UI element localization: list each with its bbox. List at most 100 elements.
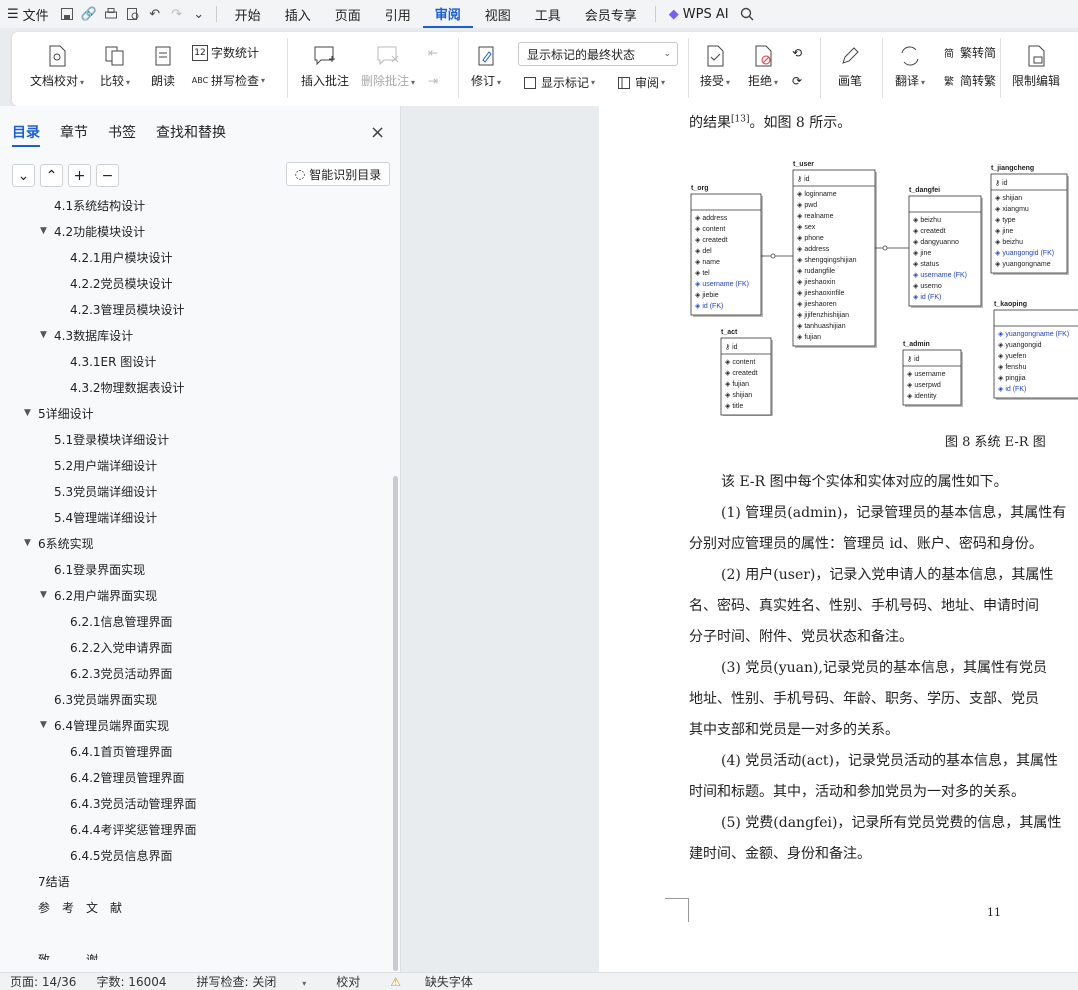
close-icon[interactable]: × — [370, 122, 385, 143]
nav-scrollbar[interactable] — [393, 476, 398, 971]
toc-item[interactable]: 6.3党员端界面实现 — [40, 688, 157, 710]
toc-item[interactable]: 4.3.1ER 图设计 — [56, 350, 156, 372]
toc-item[interactable]: 5.4管理端详细设计 — [40, 506, 157, 528]
tab-insert[interactable]: 插入 — [273, 0, 323, 28]
save-icon[interactable] — [56, 0, 78, 28]
link-icon[interactable]: 🔗 — [78, 0, 100, 28]
toc-item[interactable]: 6.2.1信息管理界面 — [56, 610, 173, 632]
spell-check-button[interactable]: ABC 拼写检查 ▾ — [192, 72, 265, 89]
simp-to-trad-button[interactable]: 繁简转繁 — [941, 72, 996, 89]
prev-comment-icon[interactable]: ⇤ — [428, 46, 438, 60]
toc-item[interactable]: 7结语 — [24, 870, 70, 892]
print-icon[interactable] — [100, 0, 122, 28]
toc-item[interactable]: 6.4.2管理员管理界面 — [56, 766, 185, 788]
add-icon[interactable]: + — [68, 164, 91, 187]
word-count[interactable]: 字数: 16004 — [86, 973, 176, 990]
tab-chapters[interactable]: 章节 — [60, 122, 88, 147]
caret-down-icon[interactable]: ▼ — [24, 408, 38, 418]
search-icon[interactable] — [736, 0, 758, 28]
expand-up-icon[interactable]: ⌃ — [40, 164, 63, 187]
caret-down-icon[interactable]: ▼ — [24, 538, 38, 548]
toc-item[interactable]: 4.2.1用户模块设计 — [56, 246, 173, 268]
toc-item[interactable]: 4.1系统结构设计 — [40, 200, 145, 216]
caret-down-icon[interactable]: ▼ — [40, 226, 54, 236]
toc-item[interactable]: 6.4.5党员信息界面 — [56, 844, 173, 866]
toc-item[interactable]: ▼ 4.2功能模块设计 — [40, 220, 145, 242]
caret-down-icon[interactable]: ▼ — [40, 720, 54, 730]
toc-item[interactable]: 6.4.4考评奖惩管理界面 — [56, 818, 197, 840]
toc-item[interactable]: ▼ 6.4管理员端界面实现 — [40, 714, 169, 736]
tab-member[interactable]: 会员专享 — [573, 0, 649, 28]
restrict-editing-button[interactable]: 限制编辑 — [1012, 44, 1060, 89]
doc-line: 分别对应管理员的属性：管理员 id、账户、密码和身份。 — [689, 536, 1043, 552]
entity-attribute: ◈ beizhu — [995, 239, 1023, 246]
toc-item[interactable]: 5.3党员端详细设计 — [40, 480, 157, 502]
print-preview-icon[interactable] — [122, 0, 144, 28]
toc-item[interactable]: 6.1登录界面实现 — [40, 558, 145, 580]
tab-tools[interactable]: 工具 — [523, 0, 573, 28]
spell-status[interactable]: 拼写检查: 关闭 ▾ — [177, 973, 327, 990]
accept-button[interactable]: 接受 ▾ — [700, 44, 730, 89]
review-pane-button[interactable]: 审阅 ▾ — [616, 74, 665, 91]
toc-item[interactable]: 5.1登录模块详细设计 — [40, 428, 169, 450]
entity-attribute: ◈ dangyuanno — [913, 239, 959, 246]
toc-item[interactable]: ▼ 4.3数据库设计 — [40, 324, 133, 346]
next-change-icon[interactable]: ⟳ — [792, 74, 802, 88]
missing-font[interactable]: ⚠ 缺失字体 — [370, 973, 493, 990]
translate-button[interactable]: 翻译 ▾ — [895, 44, 925, 89]
toc-item[interactable]: 参 考 文 献 — [24, 896, 122, 918]
caret-down-icon[interactable]: ▼ — [40, 590, 54, 600]
tab-review[interactable]: 审阅 — [422, 0, 473, 28]
compare-button[interactable]: 比较 ▾ — [100, 44, 130, 89]
tab-bookmarks[interactable]: 书签 — [108, 122, 136, 147]
toc-item[interactable]: 4.2.3管理员模块设计 — [56, 298, 185, 320]
tab-home[interactable]: 开始 — [223, 0, 273, 28]
entity-attribute: ◈ jijifenzhishijian — [797, 312, 849, 319]
read-aloud-button[interactable]: 朗读 — [151, 44, 175, 89]
brush-button[interactable]: 画笔 — [838, 44, 862, 89]
markup-state-dropdown[interactable]: 显示标记的最终状态 ⌄ — [518, 42, 678, 66]
trad-to-simp-button[interactable]: 简繁转简 — [941, 44, 996, 61]
file-menu[interactable]: ☰ 文件 — [0, 0, 56, 28]
word-count-button[interactable]: 12 字数统计 — [192, 44, 259, 61]
doc-check-button[interactable]: 文档校对 ▾ — [30, 44, 84, 89]
toc-item[interactable]: 4.2.2党员模块设计 — [56, 272, 173, 294]
next-comment-icon[interactable]: ⇥ — [428, 74, 438, 88]
toc-item[interactable]: 6.4.1首页管理界面 — [56, 740, 173, 762]
show-markup-button[interactable]: 显示标记 ▾ — [522, 74, 595, 91]
track-changes-button[interactable]: 修订 ▾ — [471, 44, 501, 89]
toc-item[interactable]: 5.2用户端详细设计 — [40, 454, 157, 476]
undo-icon[interactable]: ↶ — [144, 0, 166, 28]
proof-button[interactable]: 校对 — [326, 973, 370, 990]
toc-item[interactable]: 致 谢 — [24, 948, 98, 961]
insert-comment-button[interactable]: 插入批注 — [301, 44, 349, 89]
toc-item[interactable]: 6.4.3党员活动管理界面 — [56, 792, 197, 814]
more-chevron-icon[interactable]: ⌄ — [188, 0, 210, 28]
doc-line: 地址、性别、手机号码、年龄、职务、学历、支部、党员 — [689, 691, 1039, 707]
toc-item[interactable]: 4.3.2物理数据表设计 — [56, 376, 185, 398]
entity-title: t_kaoping — [994, 301, 1027, 308]
caret-down-icon[interactable]: ▼ — [40, 330, 54, 340]
reject-button[interactable]: 拒绝 ▾ — [748, 44, 778, 89]
wps-ai-button[interactable]: ◆ WPS AI — [662, 0, 736, 28]
tab-find-replace[interactable]: 查找和替换 — [156, 122, 226, 147]
redo-icon[interactable]: ↷ — [166, 0, 188, 28]
tab-toc[interactable]: 目录 — [12, 122, 40, 147]
svg-text:⚷ id: ⚷ id — [725, 344, 738, 351]
tab-view[interactable]: 视图 — [473, 0, 523, 28]
collapse-icon[interactable]: ⌄ — [12, 164, 35, 187]
toc-item[interactable]: 6.2.3党员活动界面 — [56, 662, 173, 684]
toc-item[interactable]: 6.2.2入党申请界面 — [56, 636, 173, 658]
remove-icon[interactable]: − — [96, 164, 119, 187]
spell-check-icon: ABC — [191, 76, 209, 85]
tab-page[interactable]: 页面 — [323, 0, 373, 28]
toc-item[interactable]: ▼ 6系统实现 — [24, 532, 94, 554]
page-indicator[interactable]: 页面: 14/36 — [0, 973, 86, 990]
toc-item[interactable] — [24, 922, 38, 944]
tab-reference[interactable]: 引用 — [373, 0, 423, 28]
smart-toc-button[interactable]: ◌ 智能识别目录 — [286, 162, 390, 186]
toc-item[interactable]: ▼ 6.2用户端界面实现 — [40, 584, 157, 606]
delete-comment-button[interactable]: 删除批注 ▾ — [361, 44, 415, 89]
toc-item[interactable]: ▼ 5详细设计 — [24, 402, 94, 424]
prev-change-icon[interactable]: ⟲ — [792, 46, 802, 60]
